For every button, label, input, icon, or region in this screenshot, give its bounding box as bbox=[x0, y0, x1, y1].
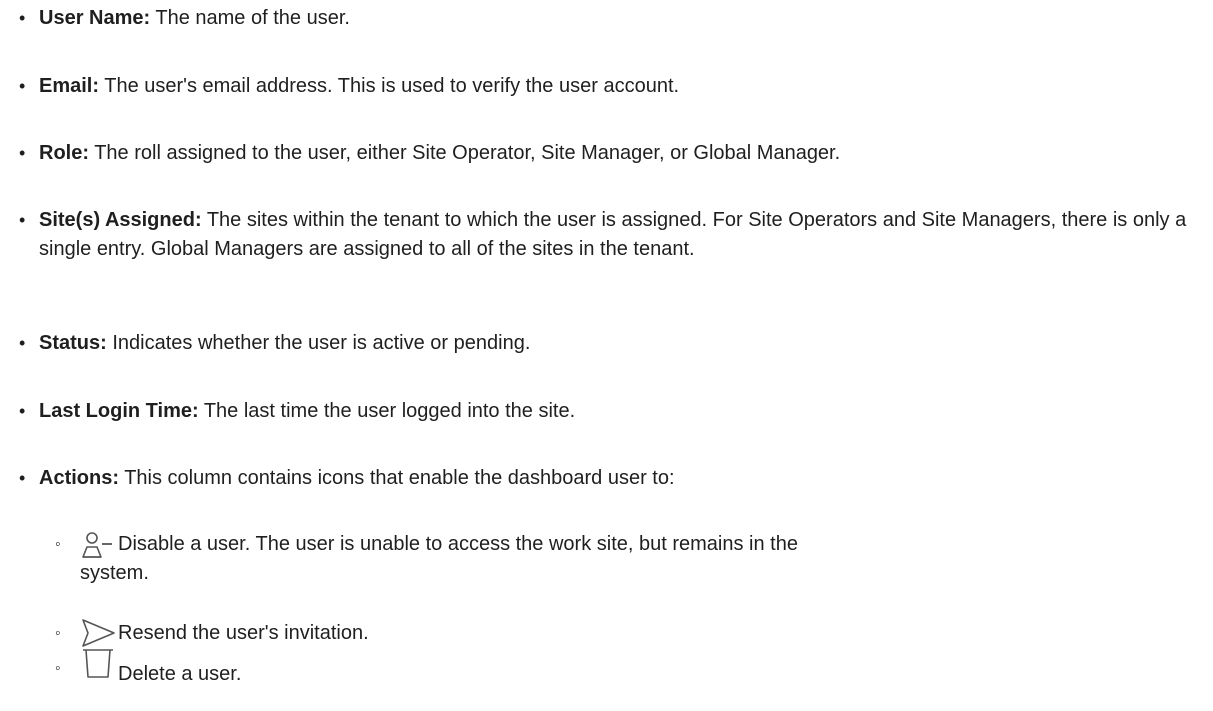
action-description: Resend the user's invitation. bbox=[118, 622, 369, 644]
field-description: User Name: The name of the user. bbox=[39, 4, 1205, 33]
field-desc: Indicates whether the user is active or … bbox=[106, 332, 531, 354]
sub-bullet: ◦ bbox=[55, 660, 61, 677]
bullet: • bbox=[19, 76, 26, 96]
field-term: Last Login Time: bbox=[39, 400, 199, 422]
sub-bullet: ◦ bbox=[55, 625, 61, 642]
field-term: Actions: bbox=[39, 467, 119, 489]
action-description: Delete a user. bbox=[118, 663, 242, 685]
field-description: Actions: This column contains icons that… bbox=[39, 464, 1205, 493]
action-description: Disable a user. The user is unable to ac… bbox=[118, 533, 798, 555]
bullet: • bbox=[19, 143, 26, 163]
field-description: Role: The roll assigned to the user, eit… bbox=[39, 139, 1205, 168]
field-term: Role: bbox=[39, 142, 89, 164]
field-desc: The sites within the tenant to which the… bbox=[39, 209, 1187, 260]
field-term: Site(s) Assigned: bbox=[39, 209, 202, 231]
field-description: Email: The user's email address. This is… bbox=[39, 72, 1205, 101]
field-term: Email: bbox=[39, 75, 100, 97]
bullet: • bbox=[19, 333, 26, 353]
field-desc: This column contains icons that enable t… bbox=[119, 467, 675, 489]
field-desc: The roll assigned to the user, either Si… bbox=[89, 142, 841, 164]
field-desc: The user's email address. This is used t… bbox=[99, 75, 680, 97]
bullet: • bbox=[19, 401, 26, 421]
field-desc: The last time the user logged into the s… bbox=[198, 400, 576, 422]
field-description: Site(s) Assigned: The sites within the t… bbox=[39, 206, 1205, 264]
disable-user-icon bbox=[80, 528, 116, 562]
list-item: • Site(s) Assigned: The sites within the… bbox=[0, 206, 1205, 293]
action-description-continued: system. bbox=[80, 562, 149, 584]
help-page: • User Name: The name of the user. • Ema… bbox=[0, 0, 1213, 711]
field-term: Status: bbox=[39, 332, 107, 354]
field-description: Last Login Time: The last time the user … bbox=[39, 397, 1205, 426]
bullet: • bbox=[19, 210, 26, 230]
trash-icon bbox=[80, 646, 116, 680]
field-description: Status: Indicates whether the user is ac… bbox=[39, 329, 1205, 358]
bullet: • bbox=[19, 8, 26, 28]
field-desc: The name of the user. bbox=[150, 7, 350, 29]
bullet: • bbox=[19, 468, 26, 488]
sub-bullet: ◦ bbox=[55, 536, 61, 553]
field-term: User Name: bbox=[39, 7, 151, 29]
